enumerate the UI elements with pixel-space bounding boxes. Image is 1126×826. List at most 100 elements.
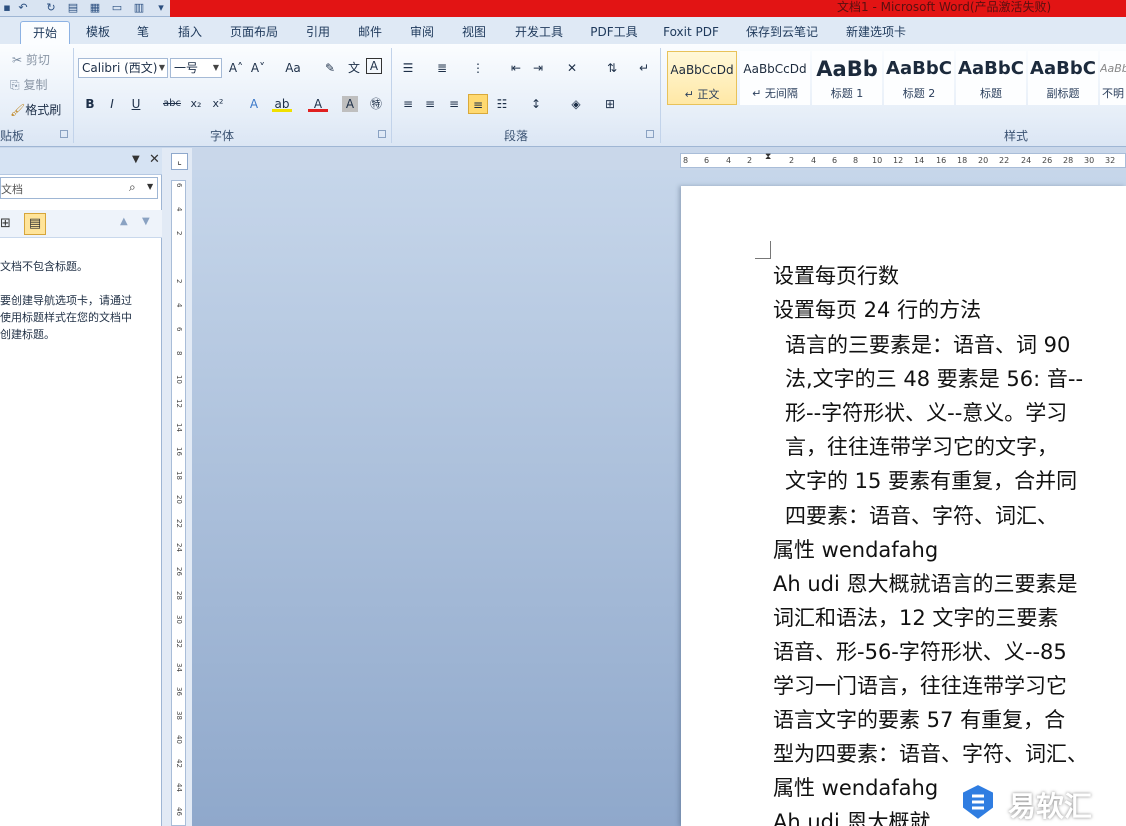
search-icon[interactable]: ⌕ xyxy=(129,180,136,195)
distributed-icon[interactable]: ☷ xyxy=(492,94,512,114)
vertical-ruler[interactable]: 6 4 2 2 4 6 8 10 12 14 16 18 20 22 24 26… xyxy=(171,180,186,826)
copy-button[interactable]: ⎘ 复制 xyxy=(10,75,47,95)
tab-home[interactable]: 开始 xyxy=(20,21,70,44)
print-preview-icon[interactable]: ▦ xyxy=(88,1,102,15)
document-line[interactable]: 设置每页 24 行的方法 xyxy=(773,296,981,324)
style-title[interactable]: AaBbC 标题 xyxy=(956,51,1026,105)
thumbnails-tab-icon[interactable]: ⊞ xyxy=(0,216,11,231)
tab-template[interactable]: 模板 xyxy=(78,21,118,44)
tab-foxit-pdf[interactable]: Foxit PDF xyxy=(658,21,724,44)
font-size-combo[interactable]: 一号 ▼ xyxy=(170,58,222,78)
bold-icon[interactable]: B xyxy=(80,94,100,114)
document-line[interactable]: Ah udi 恩大概就 xyxy=(773,808,931,826)
close-icon[interactable]: ✕ xyxy=(149,152,160,167)
previous-icon[interactable]: ▲ xyxy=(120,216,128,227)
document-line[interactable]: 设置每页行数 xyxy=(773,262,899,290)
document-line[interactable]: 四要素：语音、字符、词汇、 xyxy=(785,502,1058,530)
highlight-icon[interactable]: ab xyxy=(272,94,292,112)
change-case-icon[interactable]: Aa xyxy=(280,58,306,78)
tab-pen[interactable]: 笔 xyxy=(128,21,158,44)
align-right-icon[interactable]: ≡ xyxy=(444,94,464,114)
style-subtle[interactable]: AaBb 不明 xyxy=(1100,51,1126,105)
next-icon[interactable]: ▼ xyxy=(142,216,150,227)
tab-review[interactable]: 审阅 xyxy=(402,21,442,44)
document-line[interactable]: 属性 wendafahg xyxy=(773,536,938,564)
character-border-icon[interactable]: A xyxy=(366,58,382,74)
save-icon[interactable]: ▪ xyxy=(0,1,14,15)
document-line[interactable]: 语音、形-56-字符形状、义--85 xyxy=(773,638,1067,666)
clear-format-icon[interactable]: ✎ xyxy=(320,58,340,78)
cut-button[interactable]: ✂ 剪切 xyxy=(12,50,50,70)
document-line[interactable]: 文字的 15 要素有重复，合并同 xyxy=(785,467,1077,495)
numbering-icon[interactable]: ≣ xyxy=(432,58,452,78)
borders-icon[interactable]: ⊞ xyxy=(600,94,620,114)
tab-new-tab[interactable]: 新建选项卡 xyxy=(838,21,914,44)
text-effects-icon[interactable]: A xyxy=(244,94,264,114)
phonetic-guide-icon[interactable]: 文 xyxy=(344,58,364,78)
asian-layout-icon[interactable]: ✕ xyxy=(562,58,582,78)
nav-search-input[interactable]: 文档 ⌕ ▼ xyxy=(0,177,158,199)
tab-insert[interactable]: 插入 xyxy=(170,21,210,44)
font-launcher[interactable] xyxy=(378,130,386,138)
indent-marker-icon[interactable]: ⧗ xyxy=(765,152,771,162)
tab-developer[interactable]: 开发工具 xyxy=(508,21,570,44)
style-subtitle[interactable]: AaBbC 副标题 xyxy=(1028,51,1098,105)
style-heading-1[interactable]: AaBb 标题 1 xyxy=(812,51,882,105)
style-heading-2[interactable]: AaBbC 标题 2 xyxy=(884,51,954,105)
document-line[interactable]: 型为四要素：语音、字符、词汇、 xyxy=(773,740,1088,768)
document-line[interactable]: 形--字符形状、义--意义。学习 xyxy=(785,399,1067,427)
document-page[interactable]: 设置每页行数 设置每页 24 行的方法 语言的三要素是：语音、词 90 法,文字… xyxy=(681,186,1126,826)
results-tab-icon[interactable]: ▤ xyxy=(24,213,46,235)
document-line[interactable]: 学习一门语言，往往连带学习它 xyxy=(773,672,1067,700)
justify-icon[interactable]: ≡ xyxy=(468,94,488,114)
paragraph-launcher[interactable] xyxy=(646,130,654,138)
show-marks-icon[interactable]: ↵ xyxy=(634,58,654,78)
character-shading-icon[interactable]: A xyxy=(342,96,358,112)
align-left-icon[interactable]: ≡ xyxy=(398,94,418,114)
increase-indent-icon[interactable]: ⇥ xyxy=(528,58,548,78)
format-painter-button[interactable]: 🖌格式刷 xyxy=(10,100,61,120)
style-no-spacing[interactable]: AaBbCcDd ↵ 无间隔 xyxy=(740,51,810,105)
tab-view[interactable]: 视图 xyxy=(454,21,494,44)
document-line[interactable]: 法,文字的三 48 要素是 56: 音-- xyxy=(785,365,1083,393)
document-line[interactable]: 言，往往连带学习它的文字， xyxy=(785,433,1058,461)
chevron-down-icon[interactable]: ▼ xyxy=(147,182,153,191)
underline-icon[interactable]: U xyxy=(126,94,146,114)
undo-icon[interactable]: ↶ xyxy=(16,1,30,15)
customize-toolbar-icon[interactable]: ▾ xyxy=(154,1,168,15)
bullets-icon[interactable]: ☰ xyxy=(398,58,418,78)
grow-font-icon[interactable]: A˄ xyxy=(226,58,246,78)
font-name-combo[interactable]: Calibri (西文) ▼ xyxy=(78,58,168,78)
decrease-indent-icon[interactable]: ⇤ xyxy=(506,58,526,78)
enclose-characters-icon[interactable]: ㊕ xyxy=(366,94,386,114)
align-center-icon[interactable]: ≡ xyxy=(420,94,440,114)
italic-icon[interactable]: I xyxy=(102,94,122,114)
style-normal[interactable]: AaBbCcDd ↵ 正文 xyxy=(667,51,737,105)
tab-pdf-tools[interactable]: PDF工具 xyxy=(584,21,644,44)
tab-mailings[interactable]: 邮件 xyxy=(350,21,390,44)
font-color-icon[interactable]: A xyxy=(308,94,328,112)
horizontal-ruler[interactable]: 8 6 4 2 ⧗ 2 4 6 8 10 12 14 16 18 20 22 2… xyxy=(680,152,1126,168)
document-line[interactable]: 词汇和语法，12 文字的三要素 xyxy=(773,604,1058,632)
sort-icon[interactable]: ⇅ xyxy=(602,58,622,78)
tab-references[interactable]: 引用 xyxy=(298,21,338,44)
clipboard-launcher[interactable] xyxy=(60,130,68,138)
tab-selector-icon[interactable]: ⌞ xyxy=(171,153,188,170)
tab-save-to-cloud-note[interactable]: 保存到云笔记 xyxy=(738,21,826,44)
document-line[interactable]: 属性 wendafahg xyxy=(773,774,938,802)
line-spacing-icon[interactable]: ↕ xyxy=(526,94,546,114)
layout-icon[interactable]: ▥ xyxy=(132,1,146,15)
new-document-icon[interactable]: ▤ xyxy=(66,1,80,15)
strikethrough-icon[interactable]: abc xyxy=(162,94,182,114)
pane-options-icon[interactable]: ▼ xyxy=(132,154,140,165)
superscript-icon[interactable]: x² xyxy=(208,94,228,114)
multilevel-list-icon[interactable]: ⋮ xyxy=(468,58,488,78)
document-line[interactable]: Ah udi 恩大概就语言的三要素是 xyxy=(773,570,1078,598)
shrink-font-icon[interactable]: A˅ xyxy=(248,58,268,78)
shading-icon[interactable]: ◈ xyxy=(566,94,586,114)
redo-icon[interactable]: ↻ xyxy=(44,1,58,15)
open-icon[interactable]: ▭ xyxy=(110,1,124,15)
document-line[interactable]: 语言的三要素是：语音、词 90 xyxy=(785,331,1070,359)
document-line[interactable]: 语言文字的要素 57 有重复，合 xyxy=(773,706,1065,734)
subscript-icon[interactable]: x₂ xyxy=(186,94,206,114)
